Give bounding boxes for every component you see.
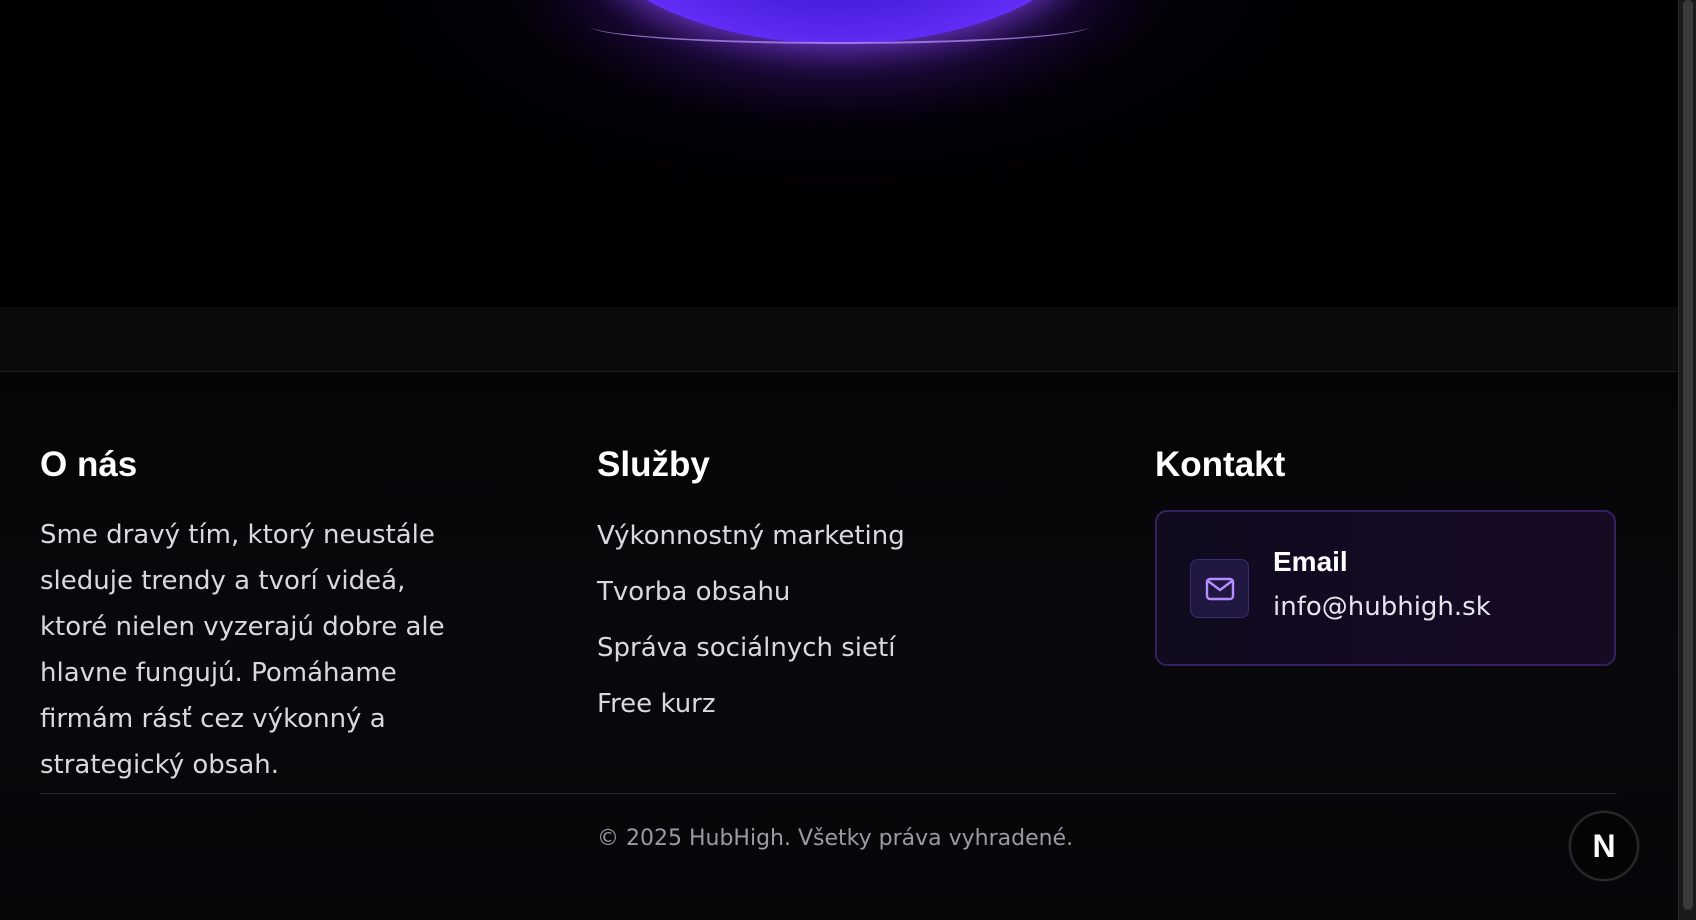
n-logo-icon: N bbox=[1592, 827, 1616, 864]
email-contact-card[interactable]: Email info@hubhigh.sk bbox=[1155, 510, 1616, 666]
page-viewport: O nás Sme dravý tím, ktorý neustále sled… bbox=[0, 0, 1678, 920]
service-link-social-media-management[interactable]: Správa sociálnych sietí bbox=[597, 620, 1057, 676]
services-column: Služby Výkonnostný marketing Tvorba obsa… bbox=[597, 444, 1057, 732]
site-footer: O nás Sme dravý tím, ktorý neustále sled… bbox=[0, 372, 1678, 920]
email-address-link[interactable]: info@hubhigh.sk bbox=[1273, 592, 1491, 622]
contact-title: Kontakt bbox=[1155, 445, 1286, 484]
service-link-content-creation[interactable]: Tvorba obsahu bbox=[597, 564, 1057, 620]
about-title: O nás bbox=[40, 445, 138, 484]
services-title: Služby bbox=[597, 445, 710, 484]
email-label: Email bbox=[1273, 546, 1348, 577]
vertical-scrollbar[interactable] bbox=[1678, 0, 1696, 920]
separator-band bbox=[0, 307, 1678, 372]
contact-column: Kontakt Email info@hubhigh.sk bbox=[1155, 444, 1617, 666]
nextjs-dev-badge-button[interactable]: N bbox=[1569, 811, 1639, 881]
about-column: O nás Sme dravý tím, ktorý neustále sled… bbox=[40, 444, 480, 788]
hero-glow-section bbox=[0, 0, 1678, 307]
service-link-performance-marketing[interactable]: Výkonnostný marketing bbox=[597, 508, 1057, 564]
mail-icon bbox=[1190, 559, 1249, 618]
scrollbar-thumb[interactable] bbox=[1683, 0, 1693, 910]
service-link-free-course[interactable]: Free kurz bbox=[597, 676, 1057, 732]
footer-divider bbox=[40, 793, 1617, 794]
services-list: Výkonnostný marketing Tvorba obsahu Sprá… bbox=[597, 508, 1057, 732]
about-description: Sme dravý tím, ktorý neustále sleduje tr… bbox=[40, 520, 445, 780]
copyright-text: © 2025 HubHigh. Všetky práva vyhradené. bbox=[597, 826, 1074, 851]
purple-orb-graphic bbox=[580, 0, 1100, 44]
